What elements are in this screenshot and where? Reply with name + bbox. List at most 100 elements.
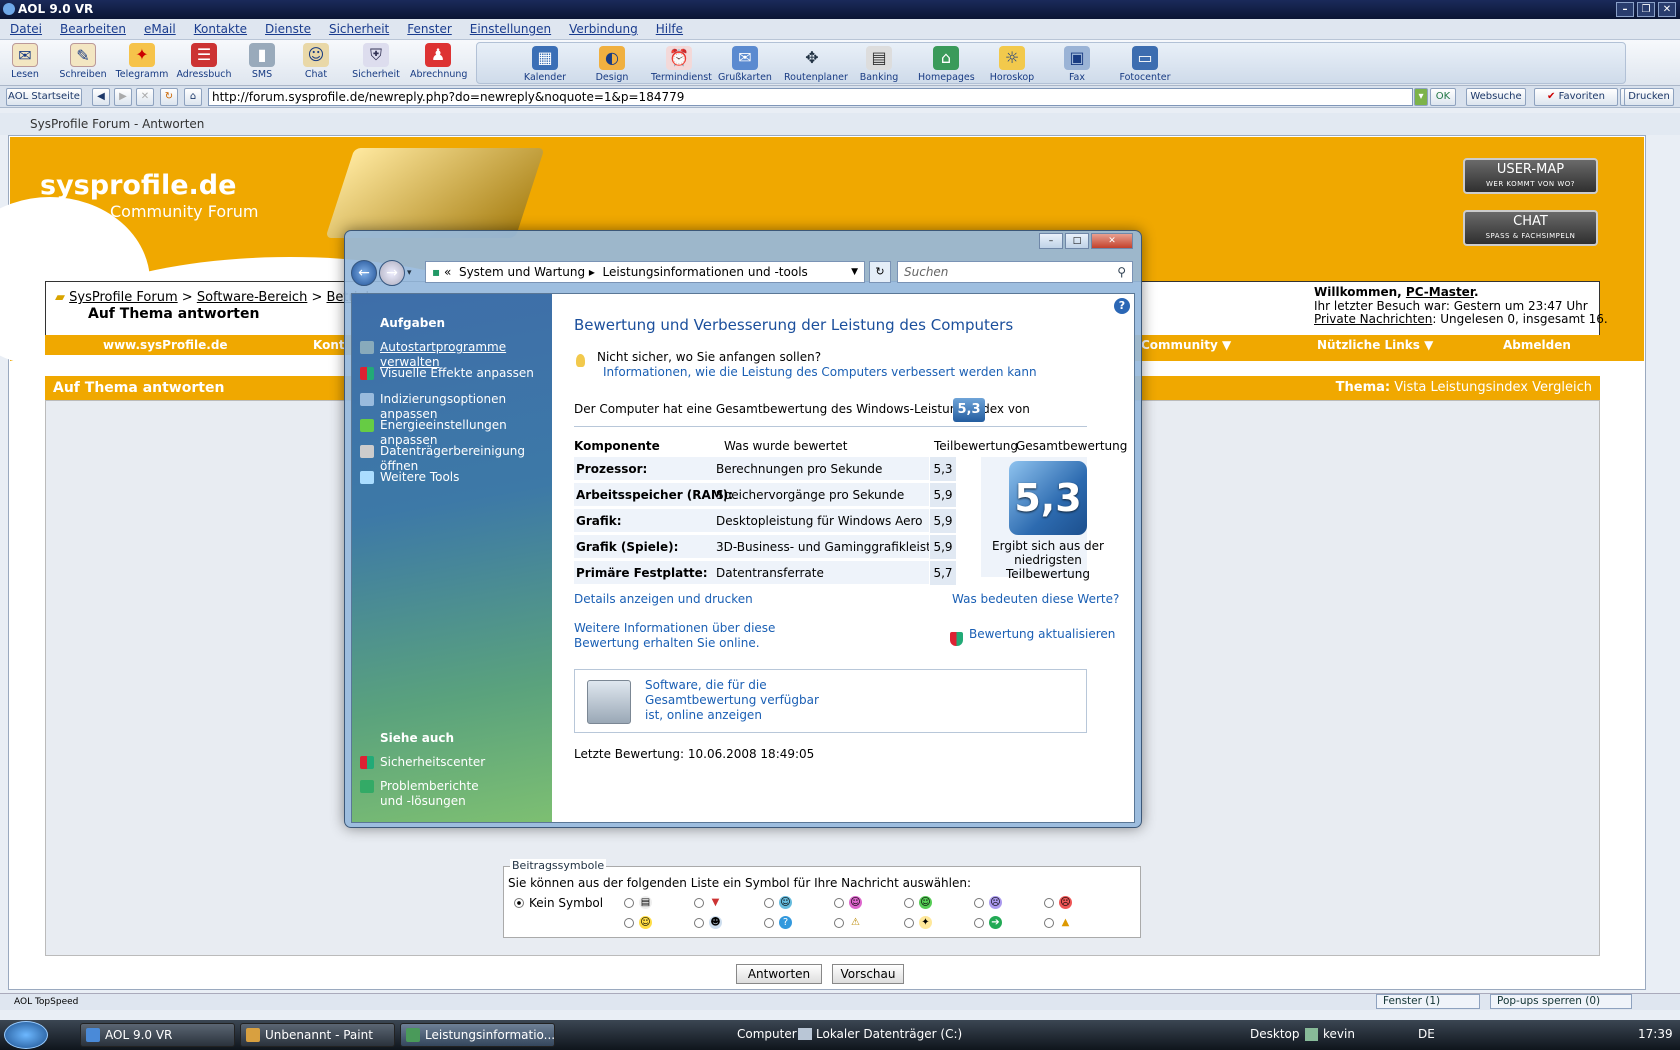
radio-icon-8[interactable] [624,918,634,928]
nav-links[interactable]: Nützliche Links ▼ [1317,335,1433,355]
popups-dropdown[interactable]: Pop-ups sperren (0) [1490,994,1632,1009]
toolbar-horoskop-button[interactable]: ☼ Horoskop [984,46,1040,83]
radio-icon-14[interactable] [1044,918,1054,928]
websuche-button[interactable]: Websuche [1466,88,1526,106]
toolbar-sms-button[interactable]: ▮ SMS [234,43,290,80]
dialog-back-button[interactable]: ← [351,260,377,286]
menu-kontakte[interactable]: Kontakte [194,22,247,36]
url-input[interactable]: http://forum.sysprofile.de/newreply.php?… [208,88,1413,106]
toolbar-abrechnung-button[interactable]: ♟ Abrechnung [410,43,467,80]
toolbar-sicherheit-button[interactable]: ⛨ Sicherheit [348,43,404,80]
menu-dienste[interactable]: Dienste [265,22,311,36]
chat-button[interactable]: CHAT SPASS & FACHSIMPELN [1463,210,1598,246]
back-button[interactable]: ◀ [92,88,110,106]
toolbar-kalender-button[interactable]: ▦ Kalender [517,46,573,83]
menu-fenster[interactable]: Fenster [407,22,452,36]
taskbar-paint[interactable]: Unbenannt - Paint [240,1023,395,1047]
taskbar-leistung[interactable]: Leistungsinformatio... [400,1023,555,1047]
url-dropdown-button[interactable]: ▾ [1414,88,1428,106]
chevron-down-icon[interactable]: ▼ [851,262,858,282]
dialog-forward-button[interactable]: → [379,260,405,286]
user-link[interactable]: PC-Master [1406,285,1474,299]
nav-abmelden[interactable]: Abmelden [1503,335,1571,355]
start-button[interactable] [4,1021,48,1049]
search-icon[interactable]: ⚲ [1117,262,1126,282]
radio-icon-4[interactable] [834,898,844,908]
toolbar-fotocenter-button[interactable]: ▭ Fotocenter [1117,46,1173,83]
taskbar-aol[interactable]: AOL 9.0 VR [80,1023,235,1047]
toolbar-fax-button[interactable]: ▣ Fax [1049,46,1105,83]
radio-icon-13[interactable] [974,918,984,928]
radio-icon-11[interactable] [834,918,844,928]
toolbar-desktop[interactable]: Desktop [1250,1027,1300,1041]
task-more-tools[interactable]: Weitere Tools [360,470,550,485]
toolbar-adressbuch-button[interactable]: ☰ Adressbuch [176,43,232,80]
toolbar-termindienst-button[interactable]: ⏰ Termindienst [651,46,712,83]
nav-home[interactable]: www.sysProfile.de [103,335,228,355]
favoriten-button[interactable]: ✔ Favoriten [1534,88,1618,106]
see-also-security-center[interactable]: Sicherheitscenter [360,755,550,770]
aktualisieren-link[interactable]: Bewertung aktualisieren [969,627,1115,642]
radio-no-symbol[interactable] [514,898,524,908]
toolbar-chat-button[interactable]: ☺ Chat [288,43,344,80]
menu-verbindung[interactable]: Verbindung [569,22,638,36]
home-button[interactable]: ⌂ [184,88,202,106]
menu-sicherheit[interactable]: Sicherheit [329,22,389,36]
dialog-close-button[interactable]: ✕ [1091,233,1133,249]
dialog-search-input[interactable]: Suchen ⚲ [897,261,1133,283]
vorschau-button[interactable]: Vorschau [832,964,904,984]
crumb-forum[interactable]: SysProfile Forum [69,290,178,305]
toolbar-grusskarten-button[interactable]: ✉ Grußkarten [717,46,773,83]
help-icon[interactable]: ? [1114,298,1130,314]
toolbar-schreiben-button[interactable]: ✎ Schreiben [55,43,111,80]
ok-button[interactable]: OK [1430,88,1456,106]
reload-button[interactable]: ↻ [160,88,178,106]
dialog-breadcrumb[interactable]: ▪ « System und Wartung ▸ Leistungsinform… [425,261,865,283]
toolbar-routenplaner-button[interactable]: ✥ Routenplaner [784,46,848,83]
pm-link[interactable]: Private Nachrichten [1314,312,1432,326]
close-button[interactable]: ✕ [1658,2,1676,17]
toolbar-lesen-button[interactable]: ✉ Lesen [0,43,53,80]
nav-kontakt[interactable]: Kont [313,335,345,355]
see-also-problem-reports[interactable]: Problemberichte und -lösungen [360,779,490,809]
crumb-system-wartung[interactable]: System und Wartung [459,265,585,279]
restore-button[interactable]: ❐ [1637,2,1655,17]
toolbar-drive[interactable]: Lokaler Datenträger (C:) [798,1027,962,1041]
menu-hilfe[interactable]: Hilfe [656,22,683,36]
task-visual-effects[interactable]: Visuelle Effekte anpassen [360,366,550,381]
language-indicator[interactable]: DE [1418,1027,1435,1041]
radio-icon-2[interactable] [694,898,704,908]
forum-logo[interactable]: sysprofile.de [40,170,236,201]
radio-icon-7[interactable] [1044,898,1054,908]
drucken-button[interactable]: Drucken [1624,88,1674,106]
dialog-refresh-button[interactable]: ↻ [869,261,891,283]
radio-icon-10[interactable] [764,918,774,928]
menu-einstellungen[interactable]: Einstellungen [470,22,551,36]
minimize-button[interactable]: – [1616,2,1634,17]
radio-icon-12[interactable] [904,918,914,928]
radio-icon-3[interactable] [764,898,774,908]
toolbar-homepages-button[interactable]: ⌂ Homepages [918,46,975,83]
details-link[interactable]: Details anzeigen und drucken [574,592,753,607]
dialog-maximize-button[interactable]: □ [1065,233,1089,249]
forward-button[interactable]: ▶ [114,88,132,106]
radio-icon-6[interactable] [974,898,984,908]
toolbar-banking-button[interactable]: ▤ Banking [851,46,907,83]
dialog-minimize-button[interactable]: – [1039,233,1063,249]
usermap-button[interactable]: USER-MAP WER KOMMT VON WO? [1463,158,1598,194]
toolbar-design-button[interactable]: ◐ Design [584,46,640,83]
menu-email[interactable]: eMail [144,22,176,36]
nav-community[interactable]: Community ▼ [1141,335,1231,355]
radio-icon-1[interactable] [624,898,634,908]
toolbar-telegramm-button[interactable]: ✦ Telegramm [114,43,170,80]
toolbar-computer[interactable]: Computer [737,1027,797,1041]
software-link[interactable]: Software, die für die Gesamtbewertung ve… [645,678,825,723]
menu-datei[interactable]: Datei [10,22,42,36]
antworten-button[interactable]: Antworten [736,964,822,984]
aol-startseite-button[interactable]: AOL Startseite [6,88,82,106]
radio-icon-9[interactable] [694,918,704,928]
crumb-leistung[interactable]: Leistungsinformationen und -tools [603,265,808,279]
stop-button[interactable]: ✕ [136,88,154,106]
clock[interactable]: 17:39 [1638,1027,1673,1041]
bedeuten-link[interactable]: Was bedeuten diese Werte? [952,592,1119,607]
